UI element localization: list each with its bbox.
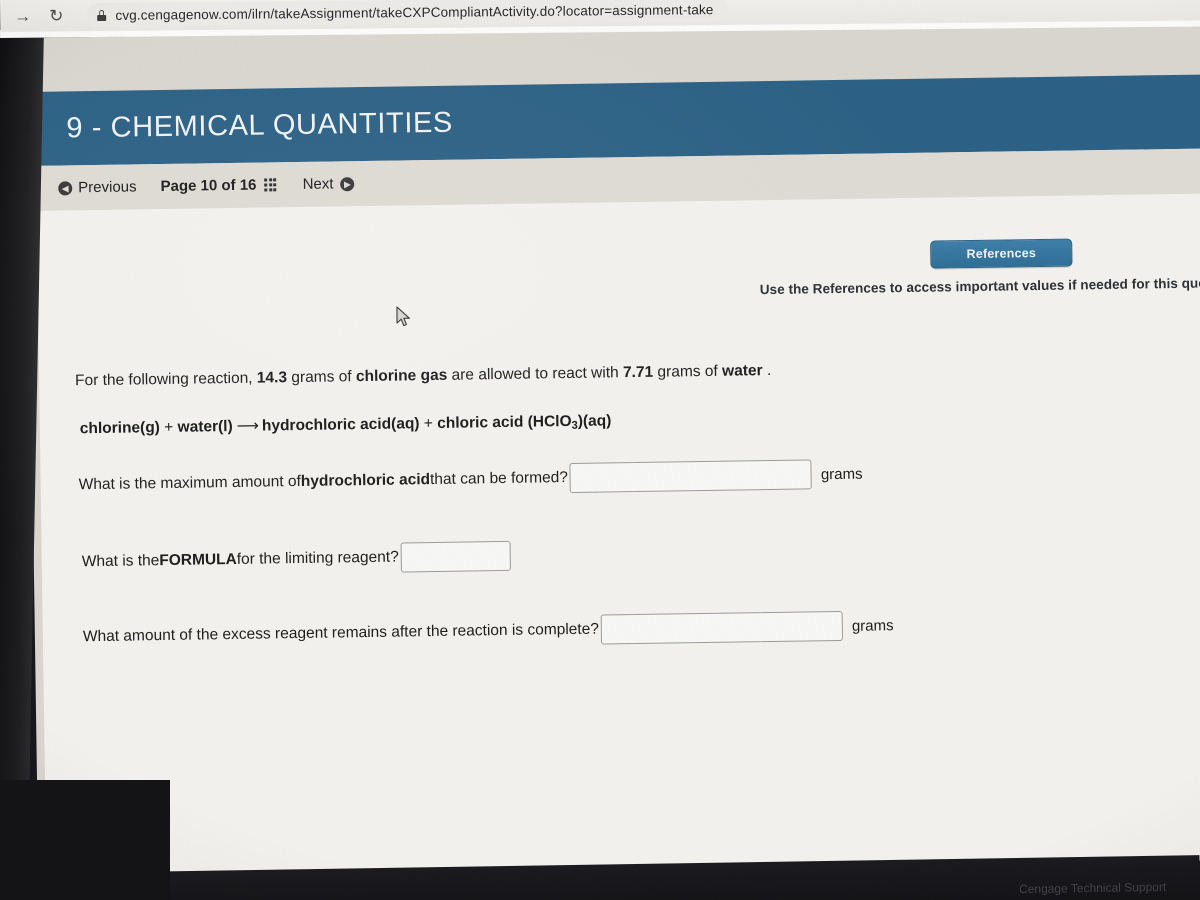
question-intro: For the following reaction, 14.3 grams o…: [75, 362, 771, 390]
previous-button[interactable]: ◀ Previous: [58, 178, 137, 196]
intro-reactant-2: water: [721, 362, 763, 380]
references-note: Use the References to access important v…: [759, 275, 1200, 298]
forward-arrow-icon[interactable]: →: [14, 6, 31, 25]
intro-part-c: are allowed to react with: [447, 364, 624, 384]
equation-reactant-1: chlorine(g): [79, 419, 161, 438]
reload-icon[interactable]: ↻: [49, 6, 63, 25]
references-button[interactable]: References: [930, 238, 1073, 269]
answer-input-limiting-reagent[interactable]: [400, 540, 511, 573]
question-row-3: What amount of the excess reagent remain…: [83, 610, 894, 652]
question-1-label-a: What is the maximum amount of: [78, 472, 301, 494]
circle-right-arrow-icon: ▶: [340, 176, 355, 191]
answer-input-excess-reagent[interactable]: [600, 610, 844, 645]
intro-mass-2: 7.71: [622, 363, 654, 382]
page-title: 9 - CHEMICAL QUANTITIES: [66, 106, 454, 144]
page-viewport: 9 - CHEMICAL QUANTITIES ◀ Previous Page …: [26, 20, 1200, 878]
equation-reactant-2: water(l): [177, 417, 233, 436]
question-1-label-bold: hydrochloric acid: [300, 471, 431, 490]
answer-input-max-hcl[interactable]: [569, 459, 813, 493]
intro-part-d: grams of: [653, 362, 723, 381]
url-text: cvg.cengagenow.com/ilrn/takeAssignment/t…: [115, 1, 714, 23]
question-row-2: What is the FORMULA for the limiting rea…: [81, 540, 520, 577]
previous-label: Previous: [78, 178, 137, 197]
question-content-panel: References Use the References to access …: [36, 193, 1200, 878]
equation-product-2-tail: )(aq): [577, 412, 612, 430]
unit-label-3: grams: [851, 616, 894, 635]
equation-product-1: hydrochloric acid(aq): [261, 415, 420, 435]
next-label: Next: [302, 175, 334, 193]
equation-plus-1: +: [164, 418, 174, 436]
question-3-label-a: What amount of the excess reagent remain…: [82, 620, 600, 646]
equation-plus-2: +: [423, 415, 434, 433]
reaction-arrow-icon: ⟶: [236, 417, 259, 435]
intro-mass-1: 14.3: [256, 369, 288, 387]
unit-label-1: grams: [820, 465, 863, 483]
technical-support-link[interactable]: Cengage Technical Support: [1019, 880, 1166, 896]
intro-reactant-1: chlorine gas: [355, 366, 448, 386]
circle-left-arrow-icon: ◀: [58, 180, 73, 196]
lock-icon: [97, 9, 106, 20]
address-bar[interactable]: cvg.cengagenow.com/ilrn/takeAssignment/t…: [87, 0, 728, 28]
intro-part-a: For the following reaction,: [74, 369, 257, 390]
equation-product-2: chloric acid (HClO3)(aq): [437, 412, 611, 432]
next-button[interactable]: Next ▶: [303, 175, 355, 193]
intro-part-b: grams of: [286, 368, 357, 387]
equation-product-2-name: chloric acid (HClO: [437, 412, 572, 432]
grid-menu-icon[interactable]: [264, 178, 277, 192]
question-row-1: What is the maximum amount of hydrochlor…: [78, 459, 863, 501]
screenshot-stage: → ↻ cvg.cengagenow.com/ilrn/takeAssignme…: [0, 0, 1200, 900]
chemical-equation: chlorine(g) + water(l) ⟶ hydrochloric acid…: [80, 411, 612, 439]
question-2-label-a: What is the: [81, 552, 160, 571]
monitor-bezel-corner: [0, 780, 170, 900]
question-2-label-bold: FORMULA: [159, 550, 237, 570]
question-1-label-b: that can be formed?: [429, 469, 569, 489]
question-2-label-b: for the limiting reagent?: [236, 548, 399, 568]
intro-part-e: .: [762, 361, 772, 380]
page-indicator: Page 10 of 16: [160, 176, 257, 196]
